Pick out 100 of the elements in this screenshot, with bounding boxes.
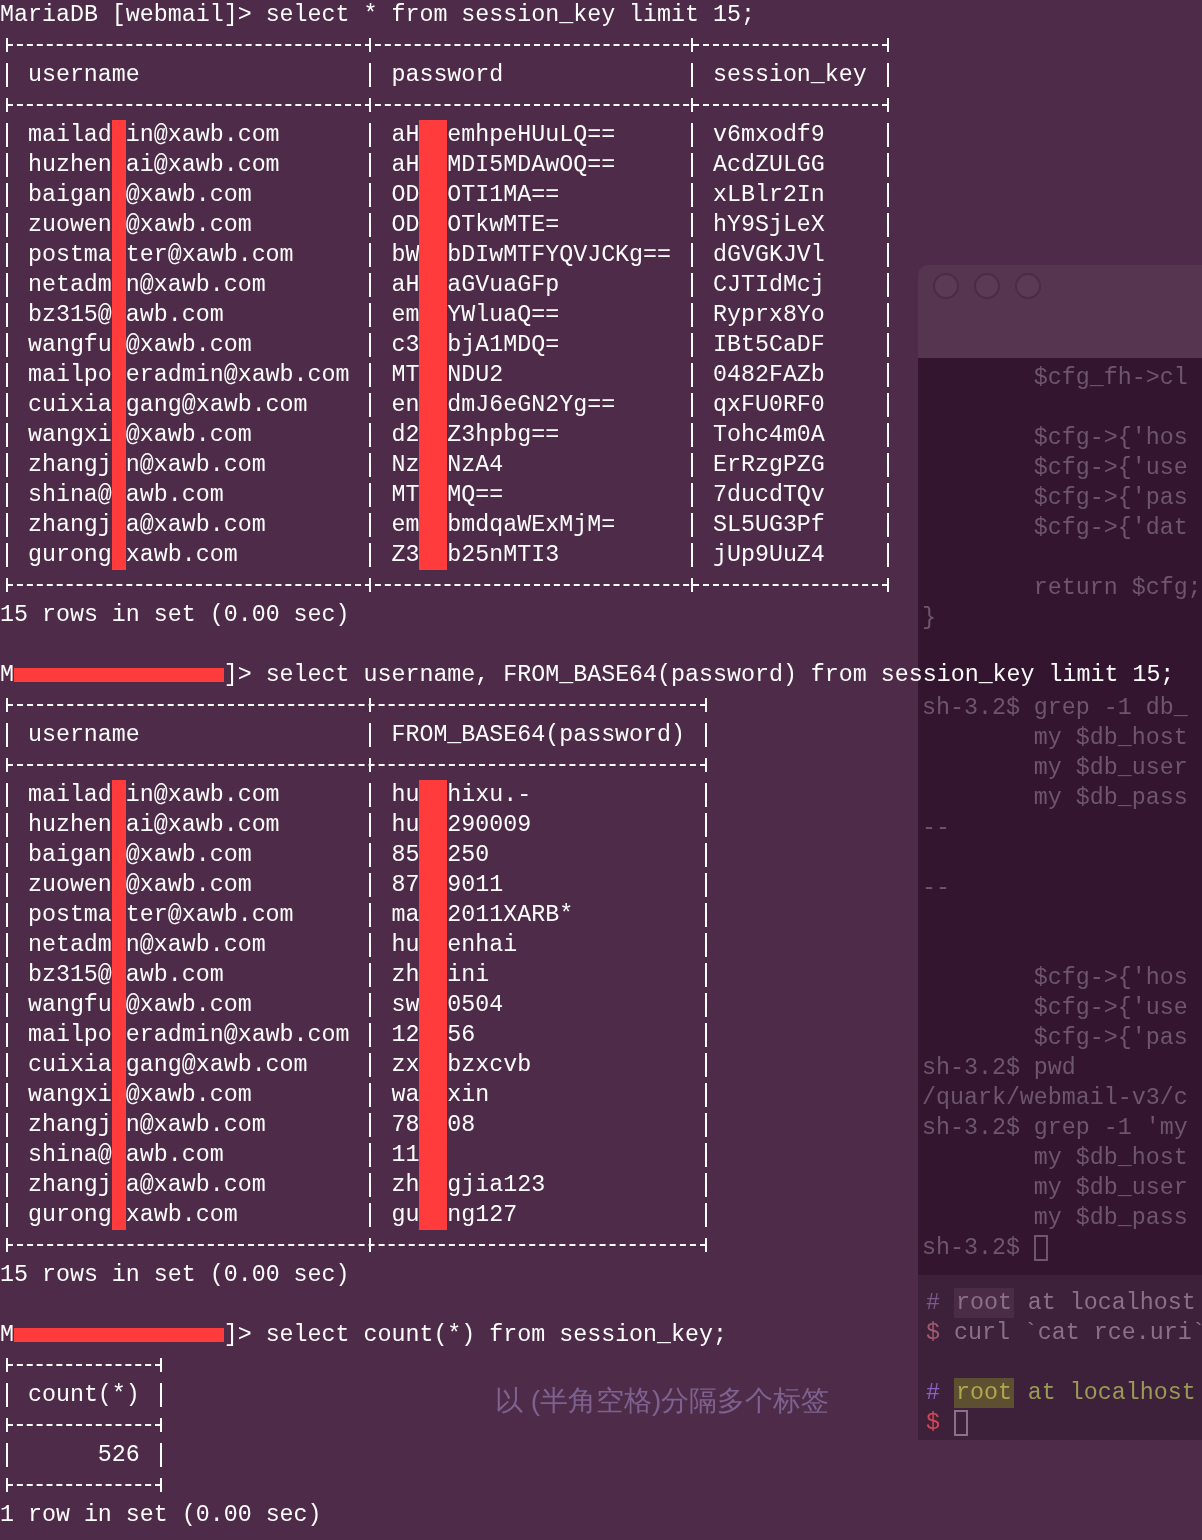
cell-text: huzhen bbox=[27, 811, 112, 840]
cell-text: n@xawb.com bbox=[125, 271, 266, 300]
table-cell-text: xLBlr2In bbox=[713, 181, 825, 210]
cell-text: postma bbox=[27, 901, 112, 930]
column-header: username bbox=[27, 721, 140, 750]
cell-text: mailad bbox=[27, 781, 112, 810]
cell-text: 290009 bbox=[447, 811, 532, 840]
cell-text: NzA4 bbox=[447, 451, 504, 480]
cell-text: YWluaQ== bbox=[447, 301, 560, 330]
column-header: password bbox=[391, 61, 504, 90]
cell-text: gu bbox=[391, 1201, 420, 1230]
faded-text: 以 (半角空格)分隔多个标签 bbox=[495, 1385, 830, 1417]
prompt-text: MariaDB [webmail]> bbox=[0, 1, 252, 30]
cell-text: zuowen bbox=[27, 871, 112, 900]
prompt-marker: # bbox=[926, 1379, 940, 1408]
table-cell-text: dGVGKJVl bbox=[713, 241, 825, 270]
cell-text: en bbox=[391, 391, 420, 420]
terminal-text: sh-3.2$ bbox=[922, 1234, 1020, 1263]
cell-text: ter@xawb.com bbox=[125, 901, 294, 930]
cell-text: zh bbox=[391, 1171, 420, 1200]
redaction-bar bbox=[419, 1200, 448, 1230]
result-summary: 15 rows in set (0.00 sec) bbox=[0, 1261, 350, 1290]
cell-text: zhangj bbox=[27, 511, 112, 540]
cell-text: emhpeHUuLQ== bbox=[447, 121, 616, 150]
table-cell-text: v6mxodf9 bbox=[713, 121, 825, 150]
redaction-bar bbox=[111, 120, 126, 150]
cell-text: ai@xawb.com bbox=[125, 811, 280, 840]
cell-text: cuixia bbox=[27, 1051, 112, 1080]
cell-text: gang@xawb.com bbox=[125, 391, 308, 420]
command-text: curl `cat rce.uri` bbox=[953, 1319, 1202, 1348]
cell-text: OD bbox=[391, 181, 420, 210]
cell-text: 11 bbox=[391, 1141, 420, 1170]
cell-text: @xawb.com bbox=[125, 211, 252, 240]
table-cell-text: AcdZULGG bbox=[713, 151, 825, 180]
cell-text: 250 bbox=[447, 841, 490, 870]
cell-text: netadm bbox=[27, 931, 112, 960]
cell-text: a@xawb.com bbox=[125, 511, 266, 540]
cell-text: gurong bbox=[27, 541, 112, 570]
cell-text: xawb.com bbox=[125, 541, 238, 570]
terminal-text: return $cfg; bbox=[1032, 574, 1202, 603]
cell-text: @xawb.com bbox=[125, 421, 252, 450]
cell-text: em bbox=[391, 511, 420, 540]
terminal-text: my $db_pass bbox=[1032, 784, 1188, 813]
host-label: at localhost bbox=[1027, 1289, 1196, 1318]
cell-text: zx bbox=[391, 1051, 420, 1080]
prompt-text: M bbox=[0, 1321, 14, 1350]
cell-text: @xawb.com bbox=[125, 871, 252, 900]
user-label: root bbox=[953, 1378, 1014, 1408]
cell-text: eradmin@xawb.com bbox=[125, 361, 350, 390]
terminal-text: $cfg->{'use bbox=[1032, 454, 1188, 483]
cell-text: OTI1MA== bbox=[447, 181, 560, 210]
cell-text: awb.com bbox=[125, 961, 224, 990]
cell-text: wangxi bbox=[27, 1081, 112, 1110]
cell-text: gurong bbox=[27, 1201, 112, 1230]
cell-text: bjA1MDQ= bbox=[447, 331, 560, 360]
cell-text: zuowen bbox=[27, 211, 112, 240]
table-cell-text: qxFU0RF0 bbox=[713, 391, 825, 420]
user-label: root bbox=[953, 1288, 1014, 1318]
cell-text: enhai bbox=[447, 931, 518, 960]
table-cell-text: 526 bbox=[97, 1441, 140, 1470]
cell-text: baigan bbox=[27, 181, 112, 210]
cell-text: OD bbox=[391, 211, 420, 240]
redaction-bar bbox=[111, 1200, 126, 1230]
cell-text: bW bbox=[391, 241, 420, 270]
redaction-bar bbox=[419, 540, 448, 570]
host-label: at localhost bbox=[1027, 1379, 1196, 1408]
table-cell-text: ErRzgPZG bbox=[713, 451, 825, 480]
cell-text: in@xawb.com bbox=[125, 781, 280, 810]
cell-text: Z3 bbox=[391, 541, 420, 570]
terminal-text: $cfg->{'pas bbox=[1032, 1024, 1188, 1053]
cell-text: mailpo bbox=[27, 361, 112, 390]
cell-text: zhangj bbox=[27, 451, 112, 480]
cell-text: awb.com bbox=[125, 301, 224, 330]
cell-text: bzxcvb bbox=[447, 1051, 532, 1080]
column-header: session_key bbox=[713, 61, 867, 90]
cell-text: 85 bbox=[391, 841, 420, 870]
table-cell-text: 7ducdTQv bbox=[713, 481, 825, 510]
table-cell-text: IBt5CaDF bbox=[713, 331, 825, 360]
terminal-text: my $db_user bbox=[1032, 1174, 1188, 1203]
cell-text: 12 bbox=[391, 1021, 420, 1050]
cell-text: n@xawb.com bbox=[125, 1111, 266, 1140]
cell-text: Z3hpbg== bbox=[447, 421, 560, 450]
cell-text: n@xawb.com bbox=[125, 451, 266, 480]
cell-text: shina@ bbox=[27, 481, 112, 510]
cell-text: 0504 bbox=[447, 991, 504, 1020]
terminal-text: -- bbox=[922, 814, 950, 843]
cell-text: shina@ bbox=[27, 1141, 112, 1170]
prompt-text: ]> bbox=[223, 1321, 252, 1350]
cell-text: gjia123 bbox=[447, 1171, 546, 1200]
cell-text: 87 bbox=[391, 871, 420, 900]
cell-text: 2011XARB* bbox=[447, 901, 574, 930]
cell-text: dmJ6eGN2Yg== bbox=[447, 391, 616, 420]
cell-text: hixu.- bbox=[447, 781, 532, 810]
cell-text: @xawb.com bbox=[125, 991, 252, 1020]
redaction-bar bbox=[419, 120, 448, 150]
cell-text: MT bbox=[391, 361, 420, 390]
cell-text: @xawb.com bbox=[125, 181, 252, 210]
cell-text: hu bbox=[391, 931, 420, 960]
terminal-text: $cfg->{'hos bbox=[1032, 424, 1188, 453]
prompt-text: M bbox=[0, 661, 14, 690]
